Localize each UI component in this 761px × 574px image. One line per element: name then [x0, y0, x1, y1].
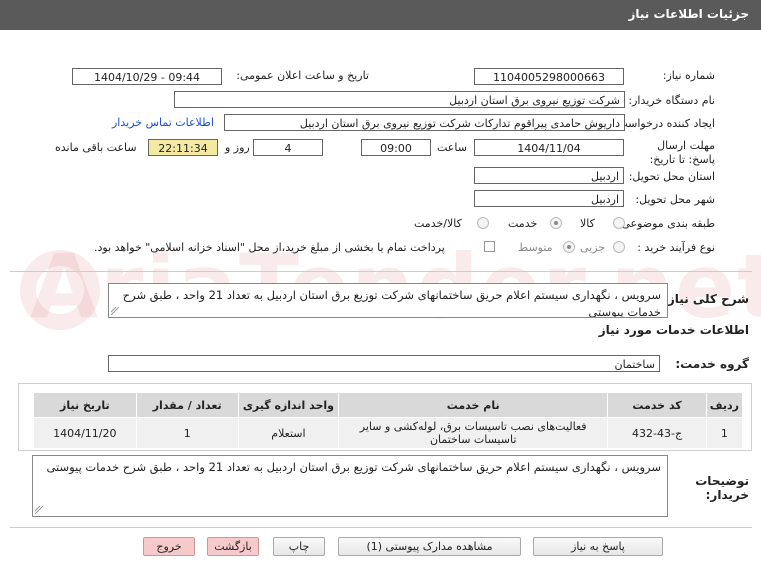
purchase-radio-medium[interactable]: [563, 241, 575, 253]
category-radio-goods-service[interactable]: [477, 217, 489, 229]
announce-label: تاریخ و ساعت اعلان عمومی:: [236, 69, 369, 82]
col-header-unit: واحد اندازه گیری: [237, 392, 340, 418]
buyer-contact-link[interactable]: اطلاعات تماس خریدار: [112, 116, 214, 129]
category-option-goods-service: کالا/خدمت: [414, 217, 462, 230]
deadline-time-field: 09:00: [361, 139, 431, 156]
treasury-payment-note: پرداخت تمام یا بخشی از مبلغ خرید،از محل …: [94, 241, 445, 254]
need-number-label: شماره نیاز:: [662, 69, 715, 82]
announce-datetime-field: 1404/10/29 - 09:44: [72, 68, 222, 85]
category-option-goods: کالا: [580, 217, 595, 230]
page-title: جزئیات اطلاعات نیاز: [628, 7, 749, 21]
remaining-time-label: ساعت باقی مانده: [55, 141, 137, 154]
services-section-title: اطلاعات خدمات مورد نیاز: [598, 323, 749, 337]
table-row: 1 ج-43-432 فعالیت‌های نصب تاسیسات برق، ل…: [33, 417, 744, 449]
buyer-org-label: نام دستگاه خریدار:: [628, 94, 715, 107]
category-radio-goods[interactable]: [613, 217, 625, 229]
buyer-notes-textarea: سرویس ، نگهداری سیستم اعلام حریق ساختمان…: [32, 455, 668, 517]
view-attachments-button[interactable]: مشاهده مدارک پیوستی (1): [338, 537, 521, 556]
deadline-label: مهلت ارسال پاسخ: تا تاریخ:: [649, 139, 715, 166]
summary-label: شرح کلی نیاز:: [663, 292, 749, 306]
summary-textarea: سرویس ، نگهداری سیستم اعلام حریق ساختمان…: [108, 283, 668, 318]
col-header-row: ردیف: [705, 392, 744, 418]
resize-handle-icon[interactable]: [35, 506, 43, 514]
cell-unit: استعلام: [237, 417, 340, 449]
city-field: اردبیل: [474, 190, 624, 207]
summary-text: سرویس ، نگهداری سیستم اعلام حریق ساختمان…: [122, 288, 661, 318]
purchase-option-medium: متوسط: [518, 241, 553, 254]
service-group-label: گروه خدمت:: [675, 357, 749, 371]
need-number-field: 1104005298000663: [474, 68, 624, 85]
services-table: ردیف کد خدمت نام خدمت واحد اندازه گیری ت…: [33, 392, 744, 449]
deadline-date-field: 1404/11/04: [474, 139, 624, 156]
col-header-code: کد خدمت: [607, 392, 707, 418]
days-remaining-field: 4: [253, 139, 323, 156]
cell-date: 1404/11/20: [33, 417, 137, 449]
footer-divider: [10, 527, 752, 528]
cell-code: ج-43-432: [607, 417, 707, 449]
city-label: شهر محل تحویل:: [635, 193, 715, 206]
purchase-radio-minor[interactable]: [613, 241, 625, 253]
exit-button[interactable]: خروج: [143, 537, 195, 556]
cell-row: 1: [705, 417, 744, 449]
col-header-name: نام خدمت: [338, 392, 609, 418]
deadline-time-label: ساعت: [437, 141, 467, 154]
back-button[interactable]: بازگشت: [207, 537, 259, 556]
respond-button[interactable]: پاسخ به نیاز: [533, 537, 663, 556]
category-option-service: خدمت: [508, 217, 538, 230]
treasury-payment-checkbox[interactable]: [484, 241, 495, 252]
cell-qty: 1: [135, 417, 239, 449]
buyer-org-field: شرکت توزیع نیروی برق استان اردبیل: [174, 91, 625, 108]
print-button[interactable]: چاپ: [273, 537, 325, 556]
days-label: روز و: [225, 141, 250, 154]
buyer-notes-label: توضیحات خریدار:: [695, 474, 749, 502]
remaining-time-field: 22:11:34: [148, 139, 218, 156]
purchase-type-label: نوع فرآیند خرید :: [637, 241, 715, 254]
cell-name: فعالیت‌های نصب تاسیسات برق، لوله‌کشی و س…: [338, 417, 609, 449]
requester-field: داریوش حامدی پیراقوم تدارکات شرکت توزیع …: [224, 114, 625, 131]
page-header: جزئیات اطلاعات نیاز: [0, 0, 761, 30]
purchase-option-minor: جزیی: [580, 241, 606, 254]
service-group-field: ساختمان: [108, 355, 660, 372]
province-field: اردبیل: [474, 167, 624, 184]
watermark-logo: [20, 250, 100, 330]
resize-handle-icon[interactable]: [111, 307, 119, 315]
requester-label: ایجاد کننده درخواست:: [613, 117, 715, 130]
section-divider: [10, 271, 752, 272]
col-header-qty: تعداد / مقدار: [135, 392, 239, 418]
category-label: طبقه بندی موضوعی:: [617, 217, 715, 230]
buyer-notes-text: سرویس ، نگهداری سیستم اعلام حریق ساختمان…: [46, 460, 661, 474]
province-label: استان محل تحویل:: [628, 170, 715, 183]
category-radio-service[interactable]: [550, 217, 562, 229]
col-header-date: تاریخ نیاز: [33, 392, 137, 418]
